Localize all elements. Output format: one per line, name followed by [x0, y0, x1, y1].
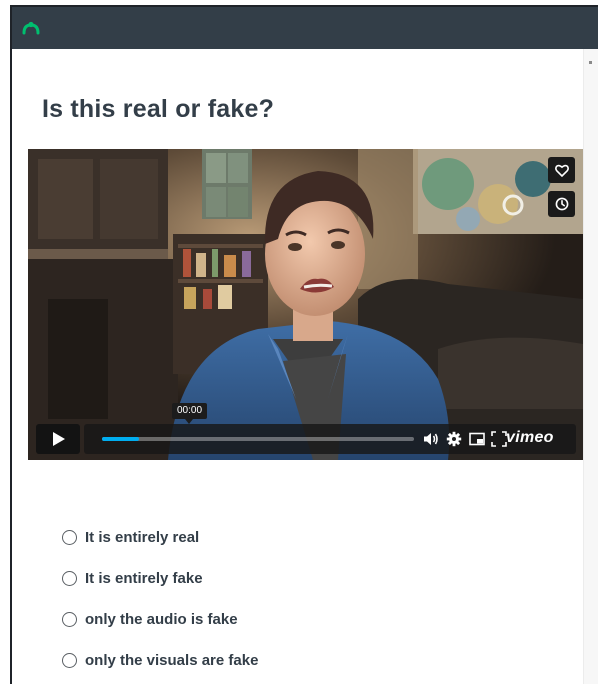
watch-later-button[interactable]: [548, 191, 575, 217]
video-player[interactable]: 00:00 vimeo: [28, 149, 583, 460]
question-title: Is this real or fake?: [42, 95, 275, 123]
like-button[interactable]: [548, 157, 575, 183]
settings-gear-icon[interactable]: [446, 431, 462, 447]
heart-icon: [554, 164, 569, 177]
option-label: only the visuals are fake: [85, 651, 259, 669]
control-bar: 00:00 vimeo: [84, 403, 576, 454]
volume-icon[interactable]: [423, 431, 439, 447]
survey-window: Is this real or fake? 00:00 vimeo It is …: [10, 5, 598, 684]
fullscreen-icon[interactable]: [491, 431, 507, 447]
radio-button[interactable]: [62, 652, 77, 668]
option-entirely-fake[interactable]: It is entirely fake: [62, 566, 203, 590]
option-label: It is entirely fake: [85, 569, 203, 587]
radio-button[interactable]: [62, 611, 77, 627]
top-bar: [12, 7, 598, 49]
progress-bar[interactable]: [102, 437, 414, 441]
option-label: It is entirely real: [85, 528, 200, 546]
vimeo-logo[interactable]: vimeo: [506, 429, 554, 447]
play-icon: [52, 432, 65, 446]
radio-button[interactable]: [62, 529, 77, 545]
option-audio-fake[interactable]: only the audio is fake: [62, 607, 238, 631]
time-tooltip: 00:00: [172, 403, 208, 424]
surveymonkey-logo-icon[interactable]: [22, 21, 40, 35]
play-button[interactable]: [36, 424, 80, 454]
radio-button[interactable]: [62, 570, 77, 586]
picture-in-picture-icon[interactable]: [469, 431, 485, 447]
scrollbar[interactable]: [583, 49, 598, 684]
option-label: only the audio is fake: [85, 610, 238, 628]
clock-icon: [555, 197, 568, 211]
option-visuals-fake[interactable]: only the visuals are fake: [62, 648, 258, 672]
video-frame: [28, 149, 583, 460]
option-entirely-real[interactable]: It is entirely real: [62, 525, 199, 549]
progress-fill: [102, 437, 140, 441]
scroll-up-arrow[interactable]: [589, 61, 592, 64]
video-controls: 00:00 vimeo: [36, 403, 576, 454]
